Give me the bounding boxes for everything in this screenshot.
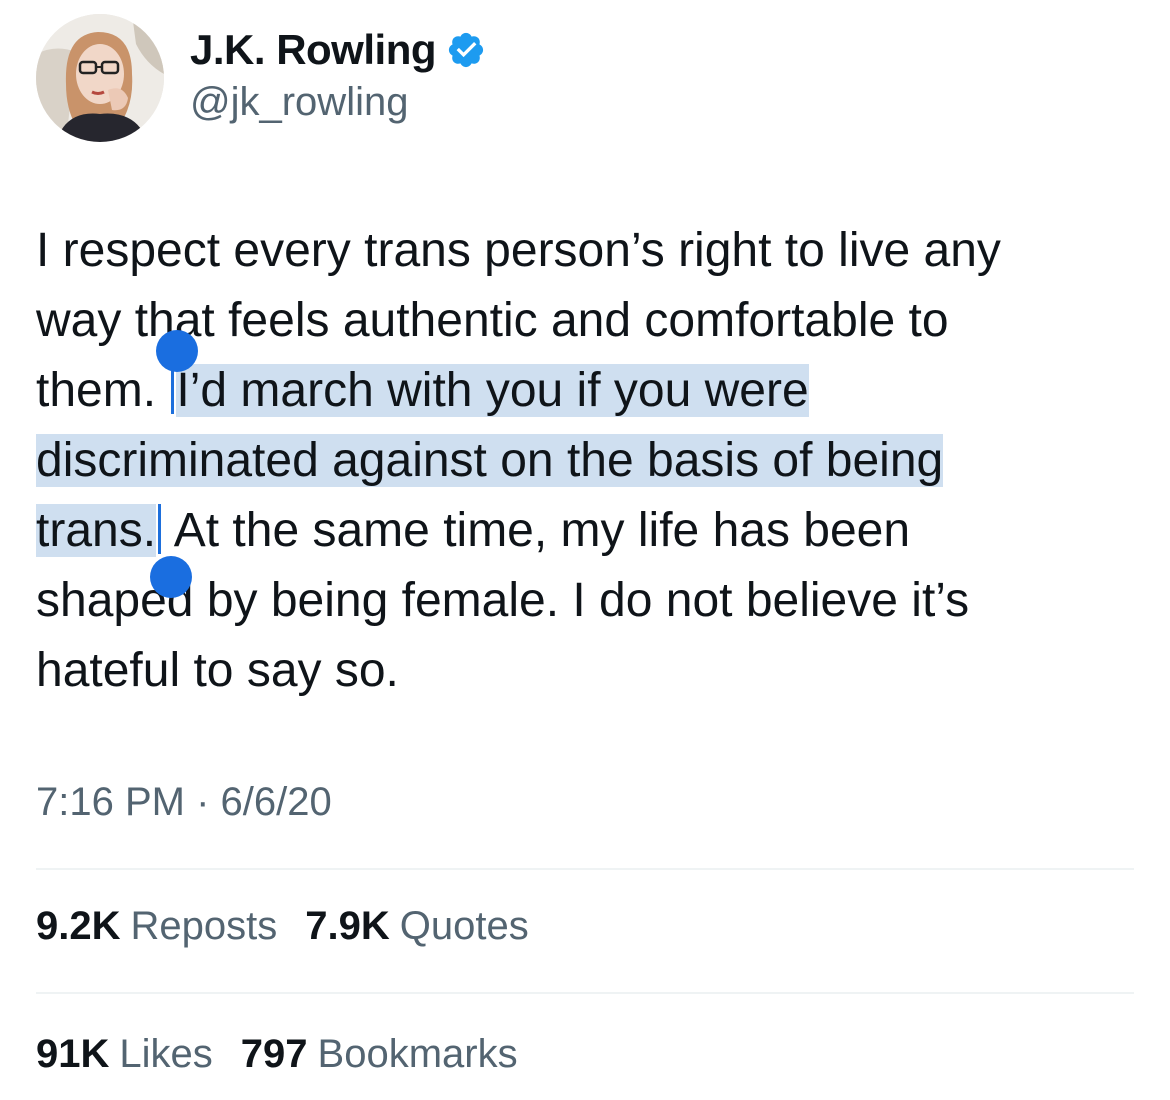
avatar-image: [36, 14, 164, 142]
tweet-line: hateful to say so.: [36, 636, 1136, 706]
divider: [36, 992, 1134, 994]
author-display-name[interactable]: J.K. Rowling: [190, 26, 437, 74]
tweet-text-segment: I respect every trans person’s right to …: [36, 224, 1001, 277]
tweet-text[interactable]: I respect every trans person’s right to …: [36, 216, 1136, 706]
tweet-line: trans. At the same time, my life has bee…: [36, 496, 1136, 566]
tweet-line: I respect every trans person’s right to …: [36, 216, 1136, 286]
reposts-label: Reposts: [130, 904, 278, 948]
verified-badge-icon[interactable]: [446, 30, 486, 70]
likes-count: 91K: [36, 1032, 110, 1076]
tweet-timestamp[interactable]: 7:16 PM · 6/6/20: [36, 780, 332, 825]
reposts-stat[interactable]: 9.2K Reposts: [36, 904, 277, 949]
bookmarks-stat[interactable]: 797 Bookmarks: [241, 1032, 518, 1077]
selection-end-handle[interactable]: [150, 556, 192, 598]
tweet-text-segment: them.: [36, 364, 170, 417]
repost-quote-stats: 9.2K Reposts 7.9K Quotes: [36, 904, 529, 949]
quotes-count: 7.9K: [305, 904, 390, 948]
author-handle[interactable]: @jk_rowling: [190, 80, 408, 125]
likes-label: Likes: [119, 1032, 213, 1076]
tweet-line: shaped by being female. I do not believe…: [36, 566, 1136, 636]
selected-text: trans.: [36, 504, 157, 557]
bookmarks-count: 797: [240, 1032, 308, 1076]
tweet-line: discriminated against on the basis of be…: [36, 426, 1136, 496]
tweet-line: way that feels authentic and comfortable…: [36, 286, 1136, 356]
tweet-text-segment: hateful to say so.: [36, 644, 399, 697]
divider: [36, 868, 1134, 870]
quotes-stat[interactable]: 7.9K Quotes: [305, 904, 528, 949]
selected-text: discriminated against on the basis of be…: [36, 434, 944, 487]
like-bookmark-stats: 91K Likes 797 Bookmarks: [36, 1032, 518, 1077]
quotes-label: Quotes: [399, 904, 529, 948]
tweet-line: them. I’d march with you if you were: [36, 356, 1136, 426]
reposts-count: 9.2K: [36, 904, 121, 948]
selection-start-handle[interactable]: [156, 330, 198, 372]
selected-text: I’d march with you if you were: [176, 364, 809, 417]
author-name-row: J.K. Rowling: [190, 22, 486, 78]
avatar[interactable]: [36, 14, 164, 142]
tweet-text-segment: At the same time, my life has been: [163, 504, 911, 557]
selection-end-caret: [158, 504, 162, 554]
likes-stat[interactable]: 91K Likes: [36, 1032, 213, 1077]
bookmarks-label: Bookmarks: [317, 1032, 518, 1076]
